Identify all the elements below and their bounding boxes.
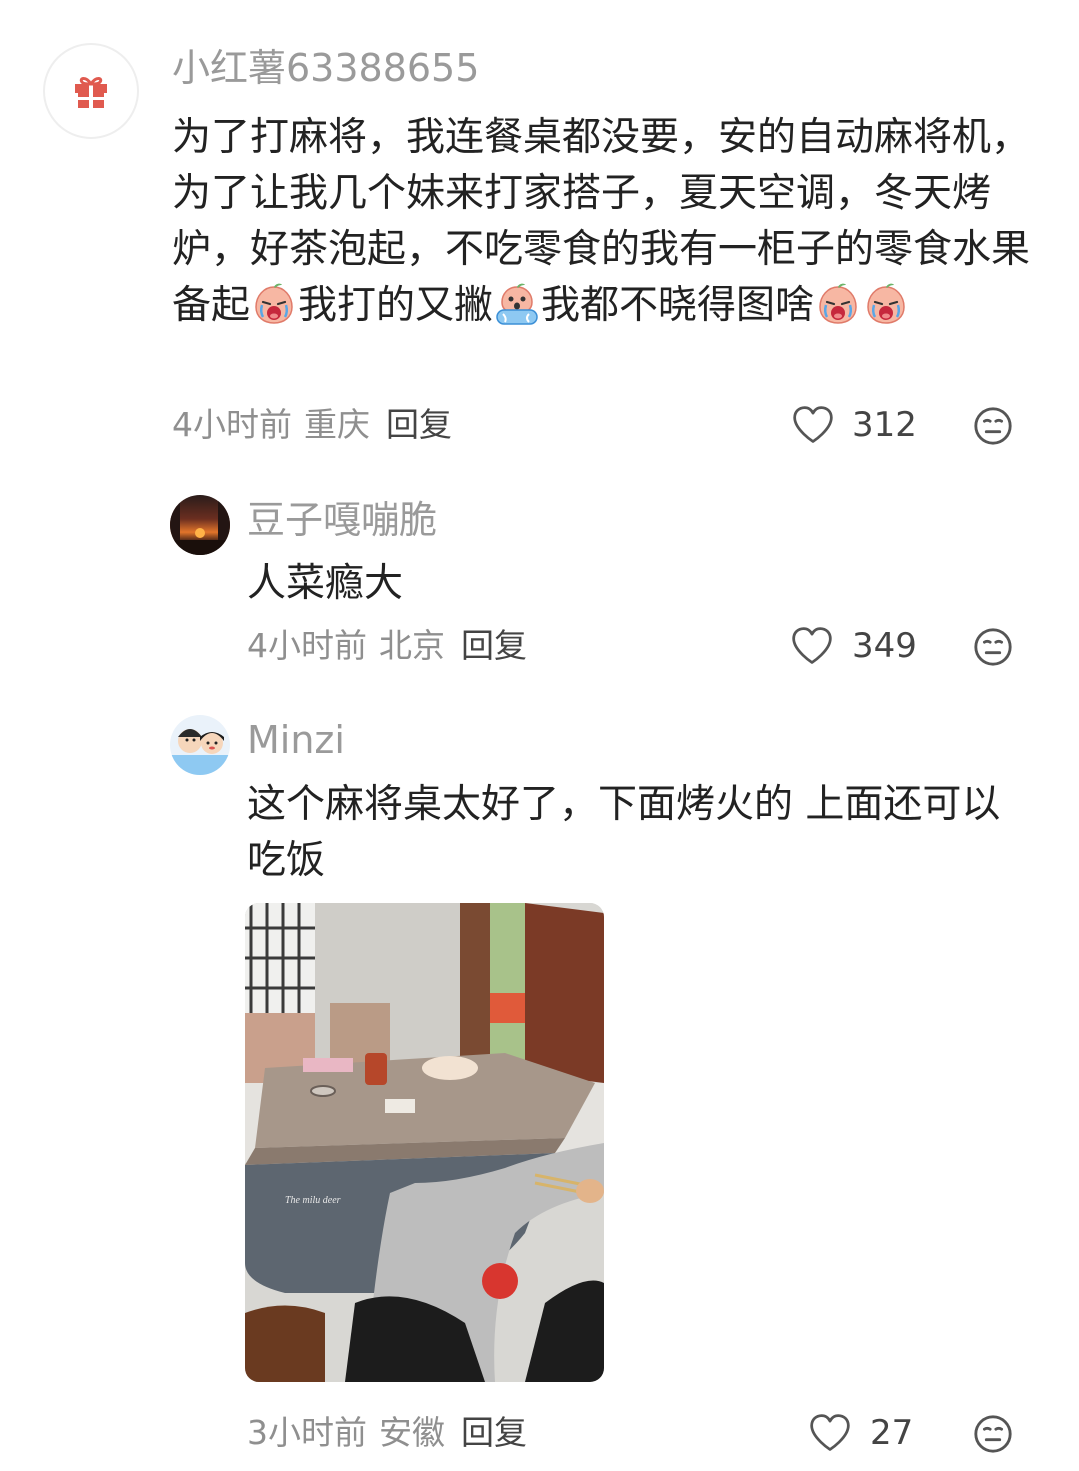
cartoon-avatar <box>170 729 230 775</box>
comment-text: 为了打麻将，我连餐桌都没要，安的自动麻将机，为了让我几个妹来打家搭子，夏天空调，… <box>172 110 1032 334</box>
heart-outline-icon[interactable] <box>808 1412 852 1454</box>
like-count: 349 <box>852 626 917 666</box>
comment-text: 人菜瘾大 <box>247 561 404 606</box>
comment-time: 4小时前 <box>172 405 292 444</box>
comment-time: 4小时前 <box>247 626 367 665</box>
crying-peach-emoji <box>816 282 860 326</box>
reply-button[interactable]: 回复 <box>461 1413 527 1452</box>
comment-username[interactable]: 豆子嘎嘣脆 <box>247 497 437 543</box>
user-avatar[interactable] <box>170 715 230 775</box>
comment-meta: 4小时前 北京 回复 <box>247 626 527 666</box>
like-count: 27 <box>870 1413 914 1453</box>
heart-outline-icon[interactable] <box>790 625 834 667</box>
user-avatar[interactable] <box>43 43 139 139</box>
comment-text: 这个麻将桌太好了，下面烤火的 上面还可以吃饭 <box>247 782 1001 883</box>
sunset-photo <box>170 495 230 555</box>
comment-text-part: 我打的又撇 <box>298 283 494 328</box>
comment-text-part: 我都不晓得图啥 <box>541 283 815 328</box>
neutral-face-icon[interactable] <box>972 1413 1014 1455</box>
comment-time: 3小时前 <box>247 1413 367 1452</box>
neutral-face-icon[interactable] <box>972 626 1014 668</box>
user-avatar[interactable] <box>170 495 230 555</box>
comment-photo[interactable]: The milu deer <box>245 903 604 1382</box>
crying-peach-emoji <box>252 282 296 326</box>
comment-meta: 3小时前 安徽 回复 <box>247 1413 527 1453</box>
mahjong-table-photo: The milu deer <box>245 903 604 1382</box>
photo-caption: The milu deer <box>285 1195 341 1206</box>
scared-peach-emoji <box>495 282 539 326</box>
comment-location: 安徽 <box>379 1413 445 1452</box>
like-count: 312 <box>852 405 917 445</box>
comment-username[interactable]: 小红薯63388655 <box>172 45 479 91</box>
heart-outline-icon[interactable] <box>791 404 835 446</box>
crying-peach-emoji <box>864 282 908 326</box>
reply-button[interactable]: 回复 <box>386 405 452 444</box>
reply-button[interactable]: 回复 <box>461 626 527 665</box>
comment-username[interactable]: Minzi <box>247 717 345 763</box>
gift-icon <box>75 77 107 108</box>
neutral-face-icon[interactable] <box>972 405 1014 447</box>
comment-meta: 4小时前 重庆 回复 <box>172 405 452 445</box>
comment-location: 重庆 <box>304 405 370 444</box>
comment-location: 北京 <box>379 626 445 665</box>
